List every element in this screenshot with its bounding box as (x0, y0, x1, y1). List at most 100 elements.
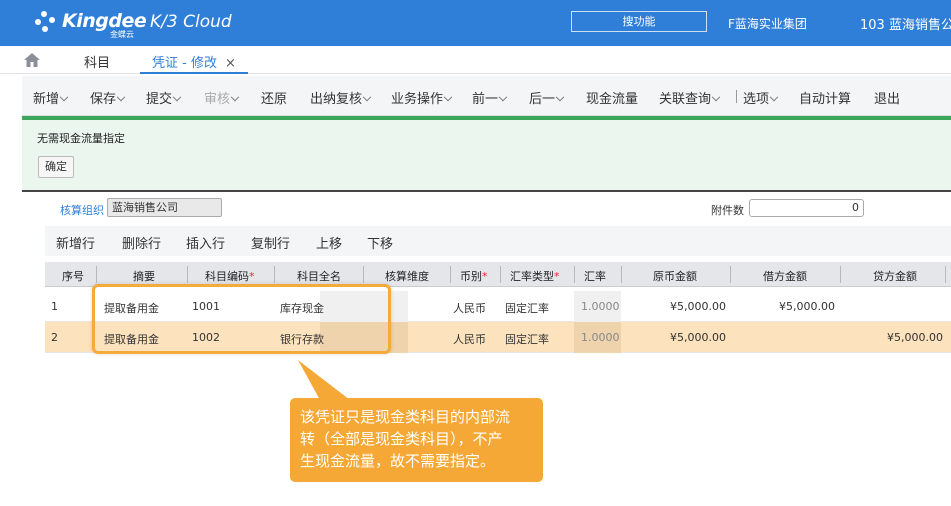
business-ops-label: 业务操作 (391, 92, 444, 107)
chevron-down-icon (711, 92, 721, 102)
new-button-label: 新增 (33, 92, 60, 107)
audit-button-label: 审核 (204, 92, 231, 107)
cell-rate: 1.0000 (581, 300, 620, 313)
related-query-button[interactable]: 关联查询 (659, 88, 721, 107)
attachment-count-label: 附件数 (711, 204, 744, 217)
restore-button[interactable]: 还原 (261, 88, 287, 107)
current-org-link[interactable]: 103 蓝海销售公 (860, 14, 951, 33)
callout-line: 生现金流量，故不需要指定。 (300, 452, 496, 470)
col-header-no[interactable]: 序号 (62, 268, 84, 284)
related-query-label: 关联查询 (659, 92, 712, 107)
cell-currency[interactable]: 人民币 (453, 300, 486, 316)
col-header-code-label: 科目编码 (205, 270, 249, 283)
insert-row-button[interactable]: 插入行 (186, 233, 225, 252)
submit-button[interactable]: 提交 (146, 88, 182, 107)
column-divider[interactable] (730, 266, 731, 283)
cell-credit[interactable]: ¥5,000.00 (845, 331, 943, 344)
cell-no: 2 (51, 331, 58, 344)
top-bar: Kingdee 金蝶云 K/3 Cloud 搜功能 F蓝海实业集团 103 蓝海… (0, 0, 951, 46)
col-header-debit[interactable]: 借方金额 (763, 268, 807, 284)
required-mark: * (482, 270, 488, 283)
callout-line: 该凭证只是现金类科目的内部流 (300, 408, 511, 426)
col-header-currency-label: 币别 (460, 270, 482, 283)
column-divider[interactable] (621, 266, 622, 283)
options-button[interactable]: 选项 (743, 88, 779, 107)
product-name: K/3 Cloud (150, 12, 232, 32)
column-divider[interactable] (187, 266, 188, 283)
copy-row-button[interactable]: 复制行 (251, 233, 290, 252)
column-divider[interactable] (500, 266, 501, 283)
chevron-down-icon (116, 92, 126, 102)
column-divider[interactable] (574, 266, 575, 283)
new-button[interactable]: 新增 (33, 88, 69, 107)
audit-button[interactable]: 审核 (204, 88, 240, 107)
search-function-input[interactable]: 搜功能 (571, 11, 707, 32)
accounting-org-label[interactable]: 核算组织 (60, 202, 104, 218)
tab-kemu[interactable]: 科目 (84, 52, 110, 71)
save-button[interactable]: 保存 (90, 88, 126, 107)
col-header-summary[interactable]: 摘要 (133, 268, 155, 284)
business-ops-button[interactable]: 业务操作 (391, 88, 453, 107)
cell-debit[interactable]: ¥5,000.00 (739, 300, 835, 313)
tab-voucher-edit[interactable]: 凭证 - 修改 × (140, 46, 248, 74)
previous-button[interactable]: 前一 (472, 88, 508, 107)
callout-note: 该凭证只是现金类科目的内部流 转（全部是现金类科目），不产 生现金流量，故不需要… (290, 398, 543, 482)
chevron-down-icon (172, 92, 182, 102)
message-text: 无需现金流量指定 (37, 132, 125, 145)
cell-no: 1 (51, 300, 58, 313)
toolbar-divider (736, 90, 737, 103)
col-header-fullname[interactable]: 科目全名 (297, 268, 341, 284)
cell-currency[interactable]: 人民币 (453, 331, 486, 347)
col-header-rate-type[interactable]: 汇率类型* (510, 268, 560, 284)
move-up-button[interactable]: 上移 (316, 233, 342, 252)
cash-flow-button[interactable]: 现金流量 (586, 88, 638, 107)
confirm-button[interactable]: 确定 (38, 156, 74, 178)
column-divider[interactable] (840, 266, 841, 283)
col-header-dimension[interactable]: 核算维度 (385, 268, 429, 284)
kingdee-logo[interactable]: Kingdee 金蝶云 K/3 Cloud (32, 6, 232, 42)
options-label: 选项 (743, 92, 770, 107)
submit-button-label: 提交 (146, 92, 173, 107)
column-divider[interactable] (945, 266, 946, 283)
tab-voucher-edit-label: 凭证 - 修改 (152, 56, 217, 71)
org-group-link[interactable]: F蓝海实业集团 (728, 15, 807, 32)
delete-row-button[interactable]: 删除行 (122, 233, 161, 252)
required-mark: * (554, 270, 560, 283)
col-header-currency[interactable]: 币别* (460, 268, 488, 284)
add-row-button[interactable]: 新增行 (56, 233, 95, 252)
exit-button[interactable]: 退出 (874, 88, 900, 107)
col-header-original[interactable]: 原币金额 (653, 268, 697, 284)
column-divider[interactable] (96, 266, 97, 283)
cell-original[interactable]: ¥5,000.00 (630, 300, 726, 313)
save-button-label: 保存 (90, 92, 117, 107)
cell-rate-type[interactable]: 固定汇率 (505, 300, 549, 316)
column-divider[interactable] (450, 266, 451, 283)
move-down-button[interactable]: 下移 (367, 233, 393, 252)
message-panel: 无需现金流量指定 确定 (22, 116, 951, 192)
col-header-credit[interactable]: 贷方金额 (873, 268, 917, 284)
previous-label: 前一 (472, 92, 499, 107)
logo-mark-icon (35, 11, 55, 32)
next-button[interactable]: 后一 (529, 88, 565, 107)
column-divider[interactable] (363, 266, 364, 283)
accounting-org-field[interactable]: 蓝海销售公司 (107, 198, 222, 217)
chevron-down-icon (769, 92, 779, 102)
col-header-rate[interactable]: 汇率 (584, 268, 606, 284)
col-header-rate-type-label: 汇率类型 (510, 270, 554, 283)
main-toolbar: 新增 保存 提交 审核 还原 出纳复核 业务操作 前一 后一 现金流量 关联查询… (22, 76, 951, 116)
chevron-down-icon (443, 92, 453, 102)
column-divider[interactable] (274, 266, 275, 283)
cashier-review-label: 出纳复核 (310, 92, 363, 107)
col-header-code[interactable]: 科目编码* (205, 268, 255, 284)
auto-calc-button[interactable]: 自动计算 (799, 88, 851, 107)
callout-line: 转（全部是现金类科目），不产 (300, 430, 503, 448)
tab-bar: 科目 凭证 - 修改 × (0, 46, 951, 74)
attachment-count-field[interactable]: 0 (749, 199, 864, 217)
close-icon[interactable]: × (225, 56, 236, 71)
home-icon[interactable] (24, 53, 40, 67)
chevron-down-icon (555, 92, 565, 102)
chevron-down-icon (362, 92, 372, 102)
cashier-review-button[interactable]: 出纳复核 (310, 88, 372, 107)
cell-rate-type[interactable]: 固定汇率 (505, 331, 549, 347)
cell-original[interactable]: ¥5,000.00 (630, 331, 726, 344)
